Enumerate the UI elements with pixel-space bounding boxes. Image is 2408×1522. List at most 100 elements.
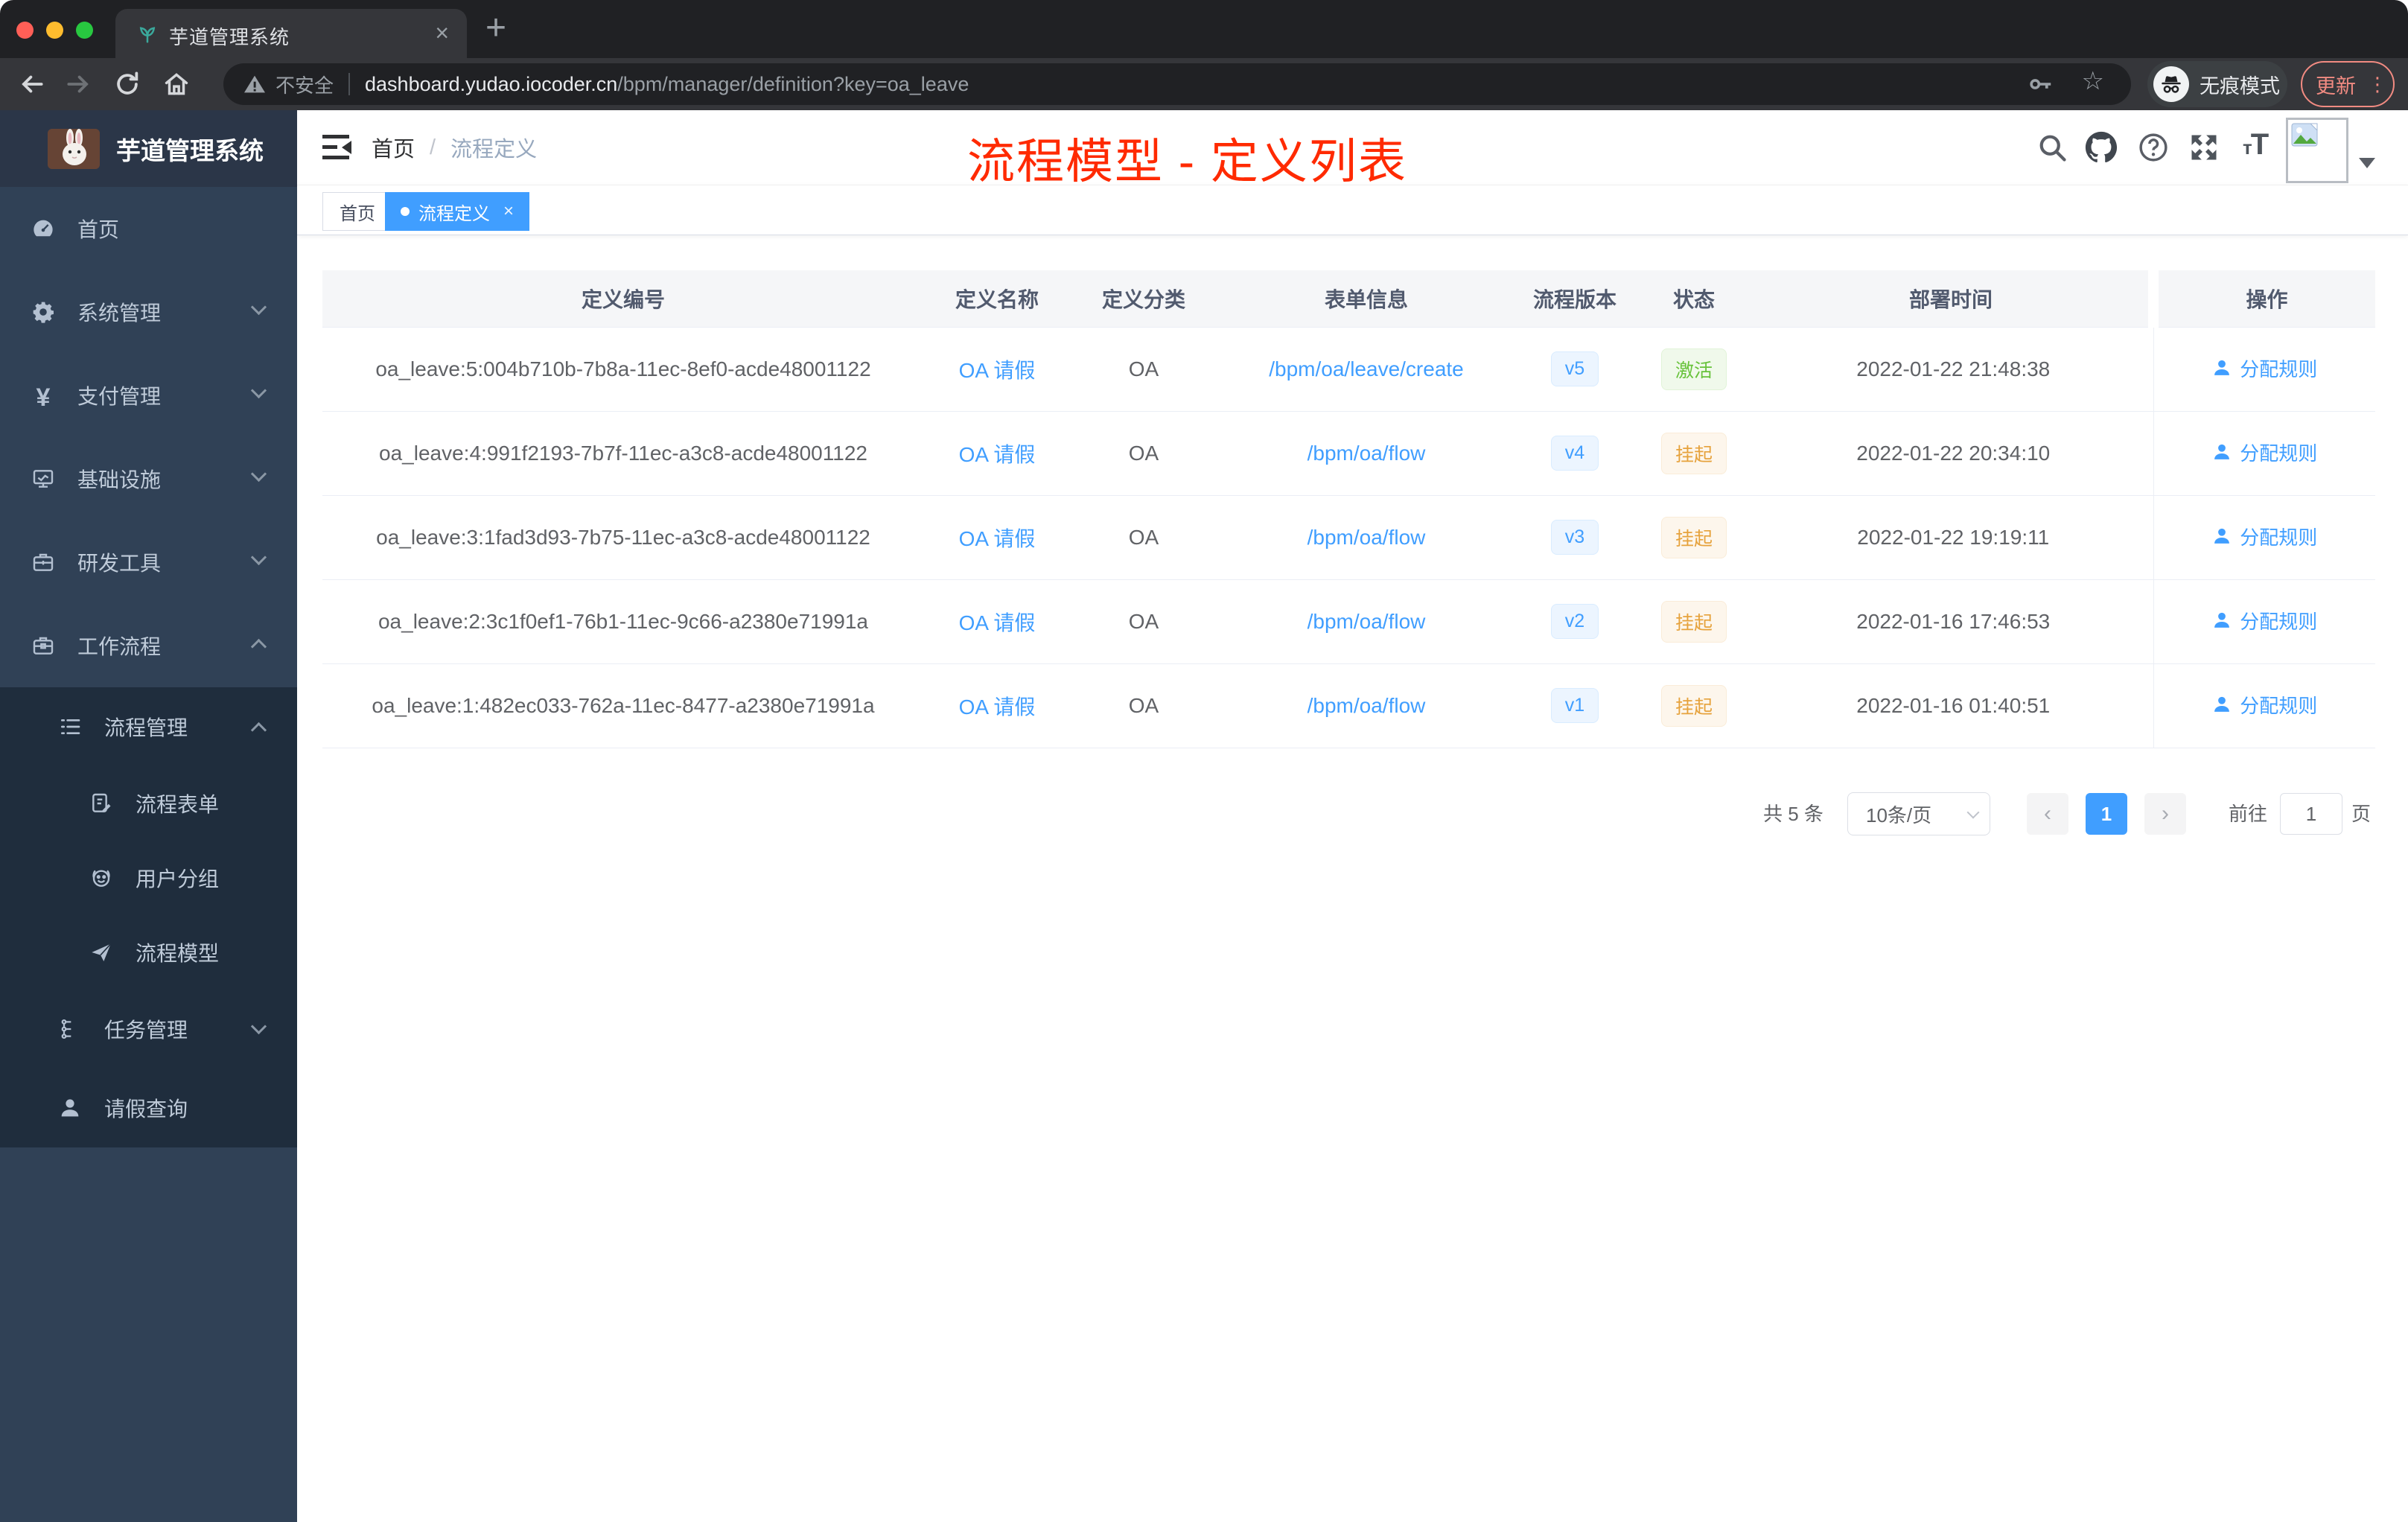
sidebar-item-dev-tools[interactable]: 研发工具: [0, 520, 297, 604]
tab-close-icon[interactable]: ×: [435, 19, 449, 47]
workflow-submenu: 流程管理 流程表单 用户分组 流程模型 任务管理 请假查询: [0, 687, 297, 1147]
tree-icon: [58, 1017, 82, 1041]
assign-rule-link[interactable]: 分配规则: [2211, 607, 2317, 634]
assign-rule-link[interactable]: 分配规则: [2211, 439, 2317, 466]
pagination-page-1[interactable]: 1: [2086, 793, 2127, 835]
form-info-link[interactable]: /bpm/oa/flow: [1307, 526, 1426, 549]
breadcrumb-home[interactable]: 首页: [372, 132, 415, 163]
reload-icon[interactable]: [113, 70, 141, 98]
table-body: oa_leave:5:004b710b-7b8a-11ec-8ef0-acde4…: [322, 327, 2375, 748]
window-zoom-button[interactable]: [76, 22, 93, 39]
definition-category: OA: [1070, 411, 1217, 496]
back-icon[interactable]: [18, 70, 46, 98]
assign-rule-link[interactable]: 分配规则: [2211, 354, 2317, 382]
sidebar-item-user-group[interactable]: 用户分组: [0, 841, 297, 915]
active-tag-dot: [401, 207, 410, 216]
sidebar-item-payment[interactable]: ¥ 支付管理: [0, 354, 297, 437]
status-badge: 挂起: [1660, 432, 1727, 474]
form-info-link[interactable]: /bpm/oa/flow: [1307, 442, 1426, 465]
sidebar-item-system[interactable]: 系统管理: [0, 270, 297, 354]
user-icon: [2214, 445, 2230, 460]
assign-rule-link[interactable]: 分配规则: [2211, 523, 2317, 550]
definition-category: OA: [1070, 579, 1217, 664]
form-info-link[interactable]: /bpm/oa/flow: [1307, 694, 1426, 717]
tag-close-icon[interactable]: ×: [503, 201, 514, 222]
col-definition-name: 定义名称: [924, 270, 1070, 328]
sidebar-item-task-management[interactable]: 任务管理: [0, 990, 297, 1069]
definition-name-link[interactable]: OA 请假: [959, 695, 1036, 719]
favicon-plant-icon: [136, 22, 159, 45]
select-chevron-down-icon: [1966, 806, 1980, 819]
pagination-goto-input[interactable]: 1: [2280, 793, 2342, 835]
chevron-up-icon: [250, 638, 267, 655]
sidebar-item-workflow[interactable]: 工作流程: [0, 604, 297, 687]
status-badge: 挂起: [1660, 516, 1727, 558]
update-label[interactable]: 更新: [2316, 70, 2356, 99]
pagination-goto-label: 前往: [2229, 803, 2268, 825]
browser-tab-strip: 芋道管理系统 × +: [0, 0, 2408, 58]
list-icon: [58, 715, 82, 739]
user-group-face-icon: [89, 866, 113, 890]
url-bar[interactable]: 不安全 dashboard.yudao.iocoder.cn/bpm/manag…: [223, 63, 2131, 105]
yen-icon: ¥: [36, 383, 51, 412]
tag-home[interactable]: 首页: [322, 192, 392, 231]
person-icon: [58, 1096, 82, 1120]
form-info-link[interactable]: /bpm/oa/flow: [1307, 610, 1426, 633]
forward-icon[interactable]: [64, 70, 92, 98]
search-icon[interactable]: [2036, 131, 2068, 164]
tab-title: 芋道管理系统: [169, 26, 290, 48]
pagination-prev-button[interactable]: ‹: [2027, 793, 2068, 835]
font-size-icon[interactable]: тT: [2243, 128, 2275, 161]
bookmark-star-icon[interactable]: ☆: [2082, 66, 2104, 96]
sidebar-item-process-management[interactable]: 流程管理: [0, 687, 297, 766]
fullscreen-icon[interactable]: [2188, 131, 2220, 164]
definition-name-link[interactable]: OA 请假: [959, 443, 1036, 466]
tag-process-definition[interactable]: 流程定义 ×: [385, 192, 530, 231]
page-size-select[interactable]: 10条/页: [1847, 792, 1990, 835]
broken-image-icon: [2291, 123, 2318, 147]
definition-name-link[interactable]: OA 请假: [959, 611, 1036, 634]
col-process-version: 流程版本: [1515, 270, 1634, 328]
user-icon: [2214, 697, 2230, 713]
password-key-icon[interactable]: [2027, 71, 2054, 98]
browser-tab[interactable]: 芋道管理系统 ×: [115, 9, 467, 58]
screenshot-root: 芋道管理系统 × + 不安全 dashboard.yudao.iocoder.c…: [0, 0, 2408, 1522]
avatar[interactable]: [2286, 118, 2348, 183]
sidebar-collapse-icon[interactable]: [322, 135, 352, 160]
browser-update-button[interactable]: 更新 ⋮: [2301, 61, 2395, 107]
dashboard-icon: [31, 217, 55, 241]
user-icon: [2214, 360, 2230, 376]
sidebar-item-process-form[interactable]: 流程表单: [0, 766, 297, 841]
deploy-time: 2022-01-22 20:34:10: [1754, 411, 2153, 496]
avatar-caret-down-icon[interactable]: [2359, 158, 2375, 168]
new-tab-button[interactable]: +: [485, 7, 506, 48]
definition-name-link[interactable]: OA 请假: [959, 359, 1036, 382]
home-icon[interactable]: [162, 70, 191, 98]
assign-rule-link[interactable]: 分配规则: [2211, 691, 2317, 719]
sidebar-item-home[interactable]: 首页: [0, 187, 297, 270]
browser-menu-dots-icon[interactable]: ⋮: [2368, 74, 2387, 94]
pagination-next-button[interactable]: ›: [2144, 793, 2186, 835]
sidebar-logo: 芋道管理系统: [0, 110, 297, 187]
window-close-button[interactable]: [16, 22, 34, 39]
col-definition-id: 定义编号: [322, 270, 924, 328]
form-info-link[interactable]: /bpm/oa/leave/create: [1269, 357, 1464, 380]
github-icon[interactable]: [2085, 131, 2118, 164]
sidebar-item-leave-query[interactable]: 请假查询: [0, 1069, 297, 1147]
help-icon[interactable]: [2137, 131, 2170, 164]
gear-icon: [31, 300, 55, 324]
status-badge: 激活: [1660, 348, 1727, 390]
definition-id: oa_leave:4:991f2193-7b7f-11ec-a3c8-acde4…: [322, 411, 924, 496]
window-minimize-button[interactable]: [46, 22, 63, 39]
col-status: 状态: [1634, 270, 1754, 328]
app-header: 首页 / 流程定义 流程模型 - 定义列表 тT: [297, 110, 2408, 188]
table-row: oa_leave:5:004b710b-7b8a-11ec-8ef0-acde4…: [322, 327, 2375, 412]
security-label[interactable]: 不安全: [275, 71, 334, 98]
definition-name-link[interactable]: OA 请假: [959, 527, 1036, 550]
deploy-time: 2022-01-16 01:40:51: [1754, 663, 2153, 748]
sidebar-item-infrastructure[interactable]: 基础设施: [0, 437, 297, 520]
user-icon: [2214, 529, 2230, 544]
sidebar-item-process-model[interactable]: 流程模型: [0, 915, 297, 990]
definition-table: 定义编号 定义名称 定义分类 表单信息 流程版本 状态 部署时间 操作 oa_l…: [322, 270, 2375, 748]
pagination-page-label: 页: [2351, 803, 2372, 825]
